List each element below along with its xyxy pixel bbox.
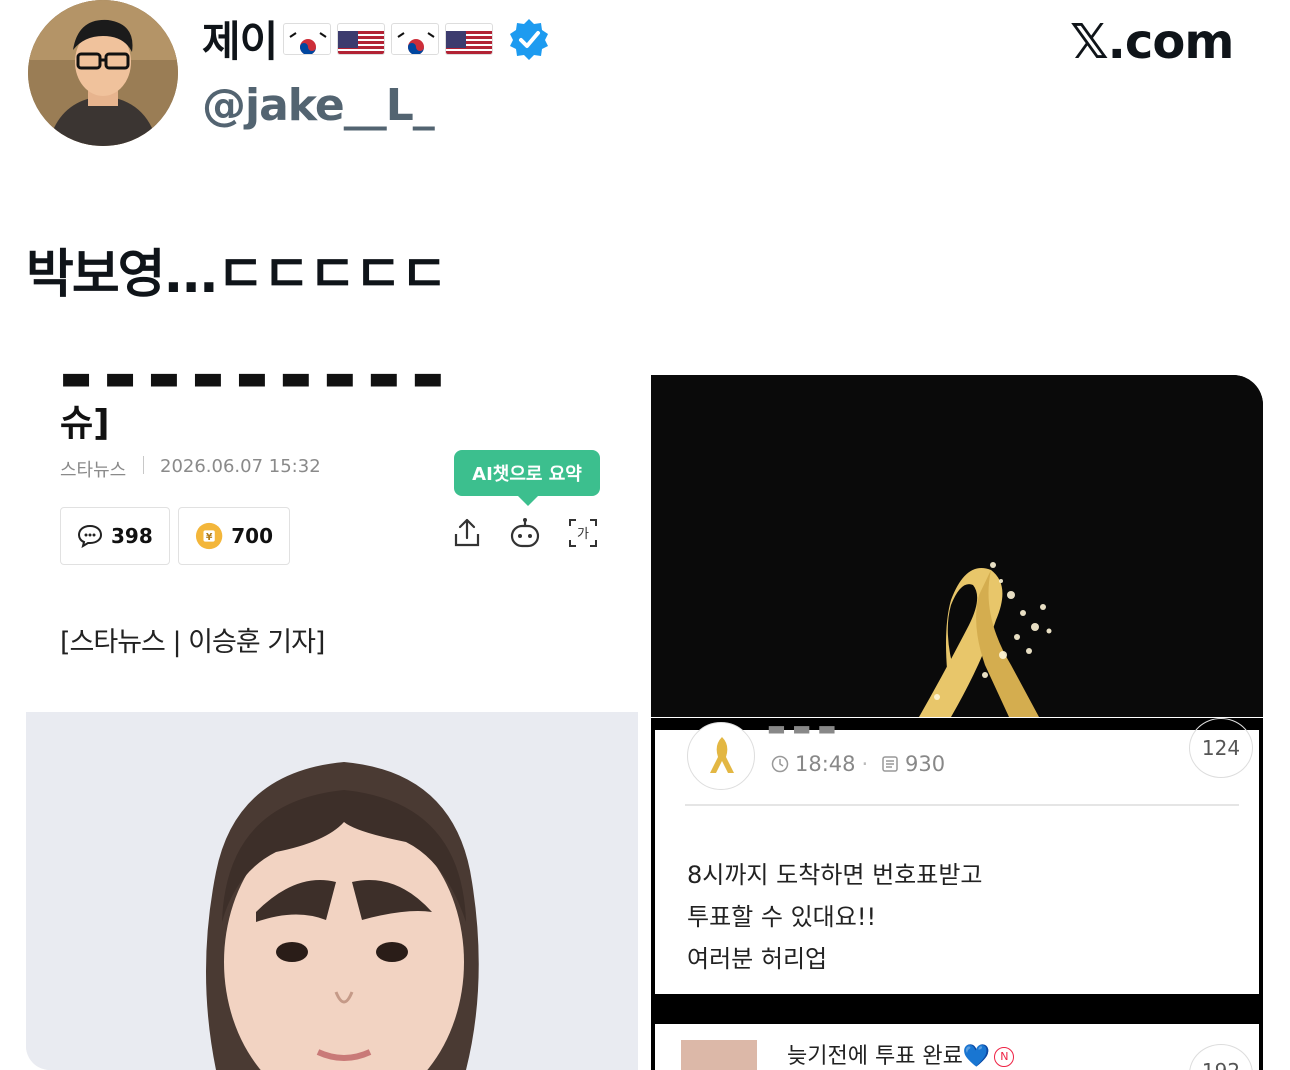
post-body-line: 8시까지 도착하면 번호표받고 [687,861,983,889]
comments-count: 398 [111,524,153,548]
korea-flag-icon [283,22,332,55]
cheer-badge-icon: ¥ [195,522,223,550]
tweet-text: 박보영...ㄷㄷㄷㄷㄷ [26,245,448,305]
next-post-title: 늦기전에 투표 완료💙 N [787,1038,1015,1070]
media-tile-portrait[interactable] [26,712,638,1070]
share-icon[interactable] [450,516,484,550]
next-post-title-text: 늦기전에 투표 완료💙 [787,1044,991,1069]
clock-icon [771,755,789,773]
meta-divider [143,456,144,474]
x-brand-logo: 𝕏.com [1070,14,1234,70]
media-tile-article[interactable]: ▬ ▬ ▬ ▬ ▬ ▬ ▬ ▬ ▬ 슈] 스타뉴스 2026.06.07 15:… [26,372,638,710]
article-datetime: 2026.06.07 15:32 [160,456,321,477]
post-views: 930 [881,752,945,776]
comment-icon [77,524,103,548]
ai-chat-bot-icon[interactable] [508,516,542,550]
meta-dot: · [861,752,869,776]
usa-flag-icon [445,22,494,55]
post-time: 18:48 · [771,752,868,776]
svg-text:가: 가 [577,527,589,542]
ribbon-logo-icon [687,722,755,790]
usa-flag-icon [337,22,386,55]
comments-button[interactable]: 398 [60,507,170,565]
korea-flag-icon [391,22,440,55]
post-reply-count[interactable]: 124 [1189,718,1253,778]
post-card: ▬ ▬ ▬ 18:48 · 930 124 8시까지 도착하면 번호표받고 투표… [655,718,1259,994]
avatar-illustration [28,0,178,146]
post-time-text: 18:48 [795,752,856,776]
post-body-line: 투표할 수 있대요!! [687,903,877,931]
cut-off-headline: ▬ ▬ ▬ ▬ ▬ ▬ ▬ ▬ ▬ [60,372,444,398]
author-avatar[interactable] [28,0,178,146]
article-reporter: [스타뉴스 | 이승훈 기자] [60,627,325,658]
display-name-text: 제이 [202,17,278,66]
post-author-cut: ▬ ▬ ▬ [767,718,837,740]
next-post-count[interactable]: 192 [1189,1044,1253,1070]
yellow-ribbon-icon [651,375,1263,717]
article-headline: 슈] [60,403,110,444]
font-size-icon[interactable]: 가 [566,516,600,550]
media-tile-ribbon-image[interactable] [651,375,1263,717]
next-post-thumbnail [681,1040,757,1070]
portrait-photo [26,712,638,1070]
article-source: 스타뉴스 [60,460,127,481]
svg-text:¥: ¥ [206,532,213,543]
post-views-text: 930 [905,752,946,776]
cheer-button[interactable]: ¥ 700 [178,507,290,565]
post-divider [685,804,1239,806]
author-handle[interactable]: @jake__L_ [202,80,435,131]
verified-badge-icon [507,17,551,61]
post-body-line: 여러분 허리업 [687,945,828,973]
cheer-count: 700 [231,524,273,548]
new-badge-icon: N [994,1047,1015,1067]
media-tile-post[interactable]: ▬ ▬ ▬ 18:48 · 930 124 8시까지 도착하면 번호표받고 투표… [651,718,1263,1070]
ai-summary-tooltip[interactable]: AI챗으로 요약 [454,450,600,506]
next-post-card[interactable]: 늦기전에 투표 완료💙N 192 [655,1024,1259,1070]
post-body: 8시까지 도착하면 번호표받고 투표할 수 있대요!! 여러분 허리업 [687,854,983,980]
document-icon [882,756,898,772]
author-display-name[interactable]: 제이 [202,8,551,69]
